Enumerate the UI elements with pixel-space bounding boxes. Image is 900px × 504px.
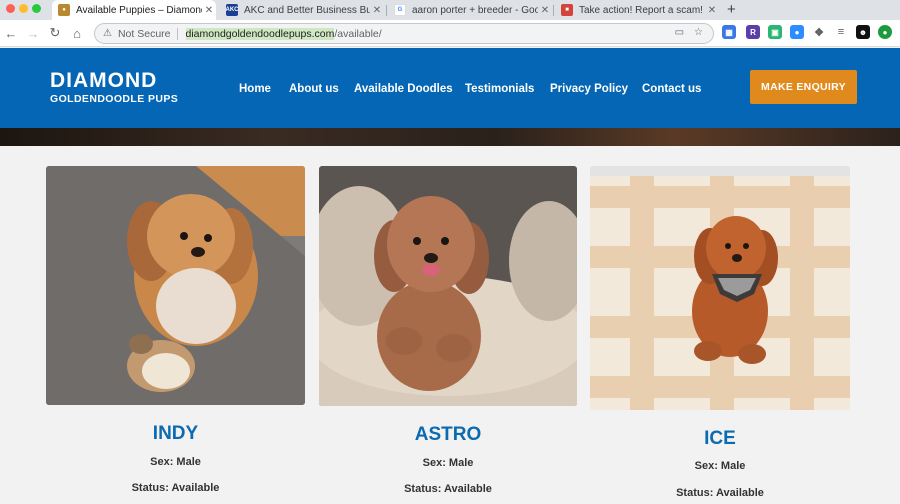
cast-icon[interactable]: ▭ bbox=[675, 27, 684, 38]
nav-testimonials[interactable]: Testimonials bbox=[465, 83, 534, 95]
close-tab-icon[interactable]: ✕ bbox=[538, 5, 552, 16]
nav-home[interactable]: Home bbox=[239, 83, 271, 95]
tab-separator bbox=[386, 5, 387, 16]
close-tab-icon[interactable]: ✕ bbox=[705, 5, 719, 16]
puppy-status-indy: Status: Available bbox=[131, 482, 220, 494]
maximize-window-button[interactable] bbox=[32, 4, 41, 13]
puppy-photo-indy[interactable] bbox=[46, 166, 305, 405]
new-tab-button[interactable]: + bbox=[727, 1, 736, 18]
puppy-sex-astro: Sex: Male bbox=[422, 457, 474, 469]
puppy-photo-astro[interactable] bbox=[319, 166, 577, 406]
puppy-name-indy: INDY bbox=[152, 423, 199, 444]
browser-tab-google-search[interactable]: G aaron porter + breeder - Goog ✕ bbox=[388, 0, 552, 20]
extension-video-icon[interactable]: ● bbox=[790, 25, 804, 39]
reload-icon[interactable]: ↻ bbox=[46, 24, 64, 42]
akc-favicon-icon: AKC bbox=[226, 4, 239, 16]
extension-r-icon[interactable]: R bbox=[746, 25, 760, 39]
minimize-window-button[interactable] bbox=[19, 4, 28, 13]
url-host: diamondgoldendoodlepups.com bbox=[185, 27, 335, 40]
omnibox-divider bbox=[176, 27, 178, 40]
browser-tab-available-puppies[interactable]: ● Available Puppies – Diamond G ✕ bbox=[52, 0, 216, 20]
browser-tab-akc[interactable]: AKC AKC and Better Business Burea ✕ bbox=[220, 0, 384, 20]
nav-available-doodles[interactable]: Available Doodles bbox=[354, 83, 453, 95]
url-path: /available/ bbox=[334, 27, 382, 40]
report-favicon-icon: ■ bbox=[561, 4, 573, 16]
back-arrow-icon[interactable]: ← bbox=[2, 24, 20, 42]
tab-title: aaron porter + breeder - Goog bbox=[412, 4, 538, 16]
nav-contact-us[interactable]: Contact us bbox=[642, 83, 701, 95]
security-status-label: Not Secure bbox=[117, 27, 171, 40]
browser-tab-report-scam[interactable]: ■ Take action! Report a scam! - ✕ bbox=[555, 0, 719, 20]
puppy-sex-indy: Sex: Male bbox=[150, 456, 201, 468]
extension-grammar-icon[interactable]: ▣ bbox=[768, 25, 782, 39]
puppy-name-ice: ICE bbox=[704, 428, 736, 449]
reading-list-icon[interactable]: ≡ bbox=[834, 25, 848, 39]
nav-privacy-policy[interactable]: Privacy Policy bbox=[550, 83, 628, 95]
warning-triangle-icon[interactable]: ⚠ bbox=[103, 28, 112, 39]
extension-green-icon[interactable]: ● bbox=[878, 25, 892, 39]
hero-banner-image bbox=[0, 128, 900, 146]
browser-tab-strip: ● Available Puppies – Diamond G ✕ AKC AK… bbox=[0, 0, 900, 20]
puppy-status-ice: Status: Available bbox=[676, 487, 764, 499]
puppy-sex-ice: Sex: Male bbox=[694, 460, 746, 472]
home-icon[interactable]: ⌂ bbox=[68, 24, 86, 42]
bookmark-star-icon[interactable]: ☆ bbox=[694, 27, 703, 38]
forward-arrow-icon[interactable]: → bbox=[24, 24, 42, 42]
tab-title: AKC and Better Business Burea bbox=[244, 4, 370, 16]
google-favicon-icon: G bbox=[394, 4, 406, 16]
address-bar[interactable]: ⚠ Not Secure diamondgoldendoodlepups.com… bbox=[94, 23, 714, 44]
tab-title: Available Puppies – Diamond G bbox=[76, 4, 202, 16]
close-window-button[interactable] bbox=[6, 4, 15, 13]
browser-toolbar: ← → ↻ ⌂ ⚠ Not Secure diamondgoldendoodle… bbox=[0, 20, 900, 47]
puppy-photo-ice[interactable] bbox=[590, 166, 850, 410]
make-enquiry-button[interactable]: MAKE ENQUIRY bbox=[750, 70, 857, 104]
extension-mask-icon[interactable]: ☻ bbox=[856, 25, 870, 39]
tab-title: Take action! Report a scam! - bbox=[579, 4, 705, 16]
extension-calendar-icon[interactable]: ▦ bbox=[722, 25, 736, 39]
puppy-name-astro: ASTRO bbox=[414, 424, 482, 445]
close-tab-icon[interactable]: ✕ bbox=[370, 5, 384, 16]
nav-about-us[interactable]: About us bbox=[289, 83, 339, 95]
site-logo-subtitle[interactable]: GOLDENDOODLE PUPS bbox=[50, 93, 178, 105]
paw-favicon-icon: ● bbox=[58, 4, 70, 16]
extensions-puzzle-icon[interactable]: ❖ bbox=[812, 25, 826, 39]
close-tab-icon[interactable]: ✕ bbox=[202, 5, 216, 16]
site-logo-title[interactable]: DIAMOND bbox=[50, 70, 157, 92]
puppy-status-astro: Status: Available bbox=[404, 483, 492, 495]
site-header: DIAMOND GOLDENDOODLE PUPS Home About us … bbox=[0, 48, 900, 128]
tab-separator bbox=[553, 5, 554, 16]
